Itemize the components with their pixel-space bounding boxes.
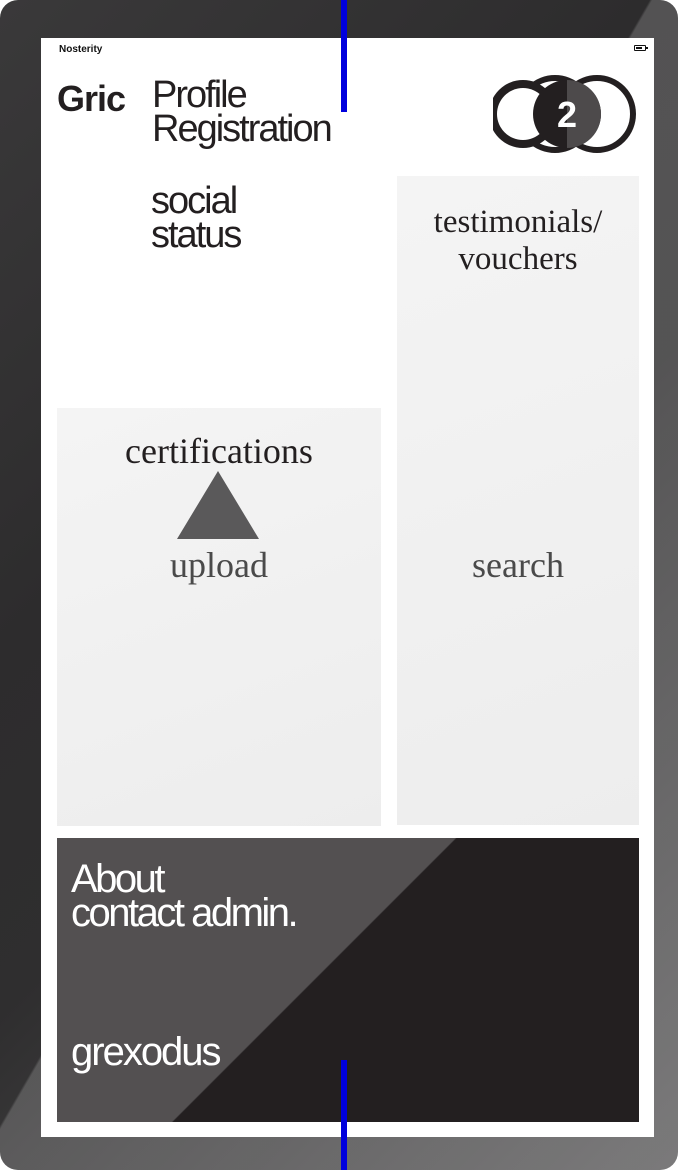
certifications-label: certifications bbox=[125, 431, 313, 471]
page-title-line2: Registration bbox=[152, 108, 333, 150]
social-status-link[interactable]: social status bbox=[151, 180, 242, 256]
contact-admin-link[interactable]: contact admin. bbox=[71, 893, 299, 933]
footer-brand[interactable]: grexodus bbox=[71, 1030, 222, 1075]
testimonials-line2: vouchers bbox=[458, 241, 578, 277]
testimonials-line1: testimonials/ bbox=[433, 204, 603, 240]
triangle-up-icon[interactable] bbox=[177, 471, 259, 539]
bottom-marker-line bbox=[341, 1060, 347, 1170]
status-carrier: Nosterity bbox=[59, 44, 103, 55]
screen: Nosterity Gric Profile Registration 2 so… bbox=[41, 38, 654, 1137]
top-marker-line bbox=[341, 0, 347, 112]
brand-logo[interactable]: Gric bbox=[57, 78, 126, 120]
overlapping-circles-icon[interactable]: 2 bbox=[493, 74, 643, 154]
device-frame: Nosterity Gric Profile Registration 2 so… bbox=[0, 0, 678, 1170]
social-label: social bbox=[151, 180, 238, 222]
page-title: Profile Registration bbox=[152, 74, 333, 150]
testimonials-tile[interactable]: testimonials/ vouchers search bbox=[397, 176, 639, 825]
footer-panel: About contact admin. grexodus bbox=[57, 838, 639, 1122]
certifications-tile[interactable]: certifications upload bbox=[57, 408, 381, 826]
upload-button[interactable]: upload bbox=[57, 544, 381, 586]
page-title-line1: Profile bbox=[152, 74, 248, 116]
search-button[interactable]: search bbox=[397, 544, 639, 586]
about-block: About contact admin. bbox=[71, 859, 299, 933]
badge-number: 2 bbox=[557, 94, 577, 135]
status-label: status bbox=[151, 214, 242, 256]
battery-icon bbox=[634, 45, 648, 51]
testimonials-label: testimonials/ vouchers bbox=[397, 204, 639, 278]
